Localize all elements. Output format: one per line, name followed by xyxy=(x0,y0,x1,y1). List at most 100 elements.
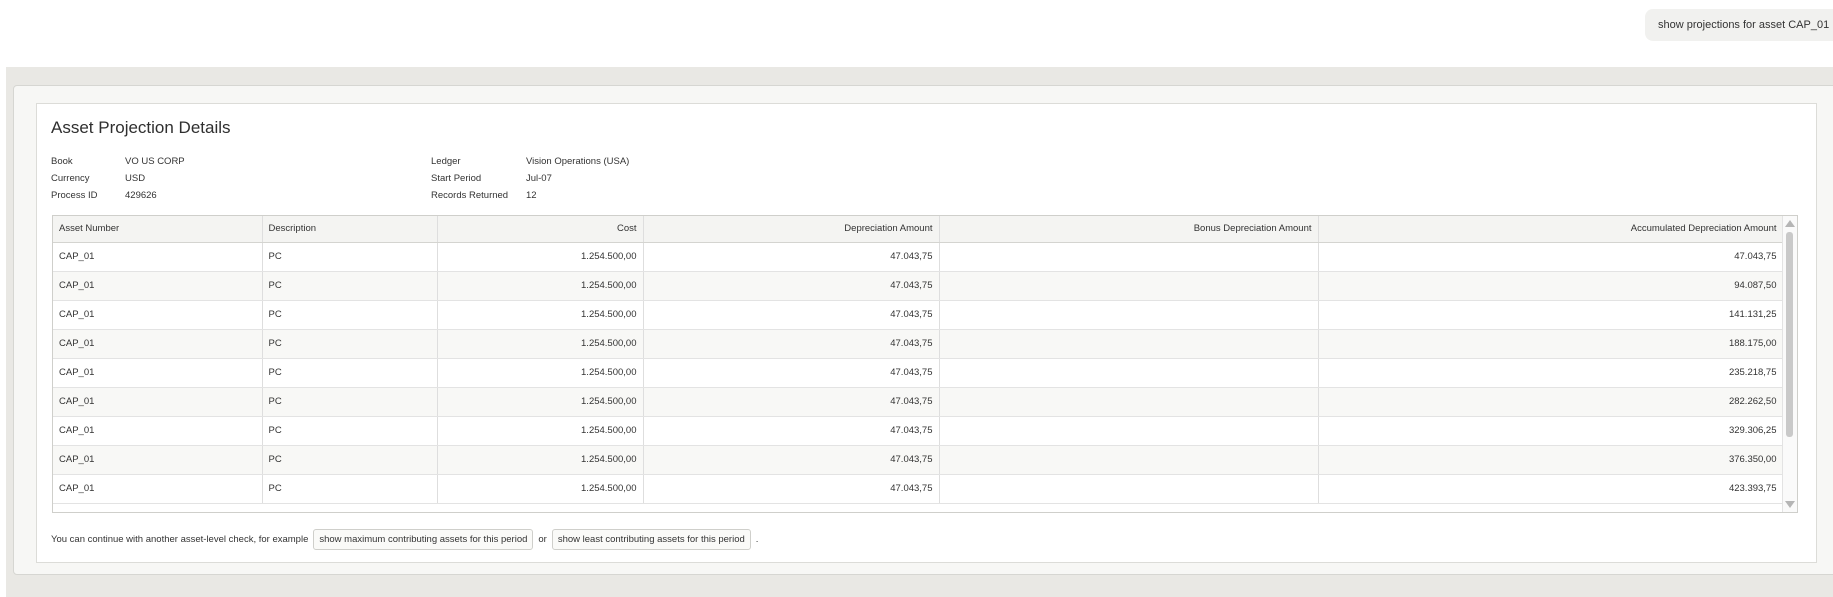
cell-accumulated-depreciation-amount: 376.350,00 xyxy=(1318,445,1784,475)
cell-depreciation-amount: 47.043,75 xyxy=(643,474,940,504)
meta-right: Ledger Vision Operations (USA) Start Per… xyxy=(431,156,731,216)
asset-projection-card: Asset Projection Details Book VO US CORP… xyxy=(36,103,1817,563)
col-header-accumulated-depreciation-amount[interactable]: Accumulated Depreciation Amount xyxy=(1318,216,1784,243)
cell-asset-number: CAP_01 xyxy=(53,358,263,388)
cell-cost: 1.254.500,00 xyxy=(437,300,644,330)
cell-depreciation-amount: 47.043,75 xyxy=(643,329,940,359)
table-row[interactable]: CAP_01 PC 1.254.500,00 47.043,75 141.131,25 xyxy=(53,300,1784,330)
cell-depreciation-amount: 47.043,75 xyxy=(643,416,940,446)
cell-accumulated-depreciation-amount: 47.043,75 xyxy=(1318,242,1784,272)
cell-accumulated-depreciation-amount: 282.262,50 xyxy=(1318,387,1784,417)
table-scrollbar[interactable] xyxy=(1782,216,1797,512)
follow-up-suffix: . xyxy=(755,534,759,545)
follow-up-prefix: You can continue with another asset-leve… xyxy=(51,534,309,545)
user-message-text: show projections for asset CAP_01 xyxy=(1658,19,1830,31)
cell-accumulated-depreciation-amount: 188.175,00 xyxy=(1318,329,1784,359)
cell-description: PC xyxy=(262,300,438,330)
table-row[interactable]: CAP_01 PC 1.254.500,00 47.043,75 423.393,75 xyxy=(53,474,1784,504)
cell-description: PC xyxy=(262,271,438,301)
col-header-depreciation-amount[interactable]: Depreciation Amount xyxy=(643,216,940,243)
cell-asset-number: CAP_01 xyxy=(53,474,263,504)
cell-asset-number: CAP_01 xyxy=(53,416,263,446)
suggestion-chip-least-contributing[interactable]: show least contributing assets for this … xyxy=(551,529,751,550)
meta-start-period-value: Jul-07 xyxy=(526,173,552,184)
cell-bonus-depreciation-amount xyxy=(939,387,1319,417)
cell-bonus-depreciation-amount xyxy=(939,300,1319,330)
cell-asset-number: CAP_01 xyxy=(53,445,263,475)
cell-description: PC xyxy=(262,358,438,388)
scroll-down-arrow-icon[interactable] xyxy=(1785,501,1795,508)
meta-book-value: VO US CORP xyxy=(125,156,185,167)
card-title: Asset Projection Details xyxy=(51,118,231,137)
cell-bonus-depreciation-amount xyxy=(939,329,1319,359)
cell-bonus-depreciation-amount xyxy=(939,271,1319,301)
table-row[interactable]: CAP_01 PC 1.254.500,00 47.043,75 188.175,00 xyxy=(53,329,1784,359)
cell-asset-number: CAP_01 xyxy=(53,271,263,301)
cell-depreciation-amount: 47.043,75 xyxy=(643,271,940,301)
table-row[interactable]: CAP_01 PC 1.254.500,00 47.043,75 376.350,00 xyxy=(53,445,1784,475)
cell-asset-number: CAP_01 xyxy=(53,300,263,330)
cell-depreciation-amount: 47.043,75 xyxy=(643,242,940,272)
suggestion-chip-max-contributing[interactable]: show maximum contributing assets for thi… xyxy=(313,529,534,550)
cell-bonus-depreciation-amount xyxy=(939,445,1319,475)
meta-start-period-label: Start Period xyxy=(431,173,482,184)
cell-asset-number: CAP_01 xyxy=(53,242,263,272)
cell-description: PC xyxy=(262,474,438,504)
meta-currency-label: Currency xyxy=(51,173,90,184)
cell-bonus-depreciation-amount xyxy=(939,358,1319,388)
meta-ledger-value: Vision Operations (USA) xyxy=(526,156,630,167)
table-row[interactable]: CAP_01 PC 1.254.500,00 47.043,75 47.043,75 xyxy=(53,242,1784,272)
user-message-bubble: show projections for asset CAP_01 xyxy=(1645,9,1833,41)
col-header-bonus-depreciation-amount[interactable]: Bonus Depreciation Amount xyxy=(939,216,1319,243)
cell-cost: 1.254.500,00 xyxy=(437,329,644,359)
meta-left: Book VO US CORP Currency USD Process ID … xyxy=(51,156,351,216)
cell-cost: 1.254.500,00 xyxy=(437,387,644,417)
projection-table-container[interactable]: Asset Number Description Cost Depreciati… xyxy=(52,215,1798,513)
meta-process-id-value: 429626 xyxy=(125,190,157,201)
follow-up-suggestions: You can continue with another asset-leve… xyxy=(51,529,758,550)
cell-accumulated-depreciation-amount: 141.131,25 xyxy=(1318,300,1784,330)
meta-ledger-label: Ledger xyxy=(431,156,461,167)
projection-table: Asset Number Description Cost Depreciati… xyxy=(53,216,1784,504)
cell-description: PC xyxy=(262,242,438,272)
cell-bonus-depreciation-amount xyxy=(939,474,1319,504)
cell-cost: 1.254.500,00 xyxy=(437,271,644,301)
cell-cost: 1.254.500,00 xyxy=(437,445,644,475)
cell-accumulated-depreciation-amount: 329.306,25 xyxy=(1318,416,1784,446)
cell-depreciation-amount: 47.043,75 xyxy=(643,300,940,330)
cell-description: PC xyxy=(262,445,438,475)
cell-description: PC xyxy=(262,387,438,417)
cell-bonus-depreciation-amount xyxy=(939,416,1319,446)
cell-accumulated-depreciation-amount: 94.087,50 xyxy=(1318,271,1784,301)
meta-book-label: Book xyxy=(51,156,73,167)
cell-cost: 1.254.500,00 xyxy=(437,358,644,388)
col-header-description[interactable]: Description xyxy=(262,216,438,243)
cell-depreciation-amount: 47.043,75 xyxy=(643,445,940,475)
meta-currency-value: USD xyxy=(125,173,146,184)
col-header-asset-number[interactable]: Asset Number xyxy=(53,216,263,243)
cell-cost: 1.254.500,00 xyxy=(437,242,644,272)
cell-accumulated-depreciation-amount: 235.218,75 xyxy=(1318,358,1784,388)
col-header-cost[interactable]: Cost xyxy=(437,216,644,243)
meta-records-returned-label: Records Returned xyxy=(431,190,509,201)
follow-up-or: or xyxy=(538,534,547,545)
table-row[interactable]: CAP_01 PC 1.254.500,00 47.043,75 282.262,50 xyxy=(53,387,1784,417)
table-row[interactable]: CAP_01 PC 1.254.500,00 47.043,75 235.218,75 xyxy=(53,358,1784,388)
scroll-thumb[interactable] xyxy=(1786,232,1793,437)
meta-process-id-label: Process ID xyxy=(51,190,98,201)
table-header-row: Asset Number Description Cost Depreciati… xyxy=(53,216,1784,243)
table-row[interactable]: CAP_01 PC 1.254.500,00 47.043,75 94.087,50 xyxy=(53,271,1784,301)
cell-asset-number: CAP_01 xyxy=(53,329,263,359)
cell-description: PC xyxy=(262,416,438,446)
cell-bonus-depreciation-amount xyxy=(939,242,1319,272)
meta-records-returned-value: 12 xyxy=(526,190,537,201)
cell-asset-number: CAP_01 xyxy=(53,387,263,417)
scroll-up-arrow-icon[interactable] xyxy=(1785,220,1795,227)
table-row[interactable]: CAP_01 PC 1.254.500,00 47.043,75 329.306,25 xyxy=(53,416,1784,446)
cell-depreciation-amount: 47.043,75 xyxy=(643,358,940,388)
cell-accumulated-depreciation-amount: 423.393,75 xyxy=(1318,474,1784,504)
cell-depreciation-amount: 47.043,75 xyxy=(643,387,940,417)
cell-cost: 1.254.500,00 xyxy=(437,416,644,446)
cell-cost: 1.254.500,00 xyxy=(437,474,644,504)
cell-description: PC xyxy=(262,329,438,359)
